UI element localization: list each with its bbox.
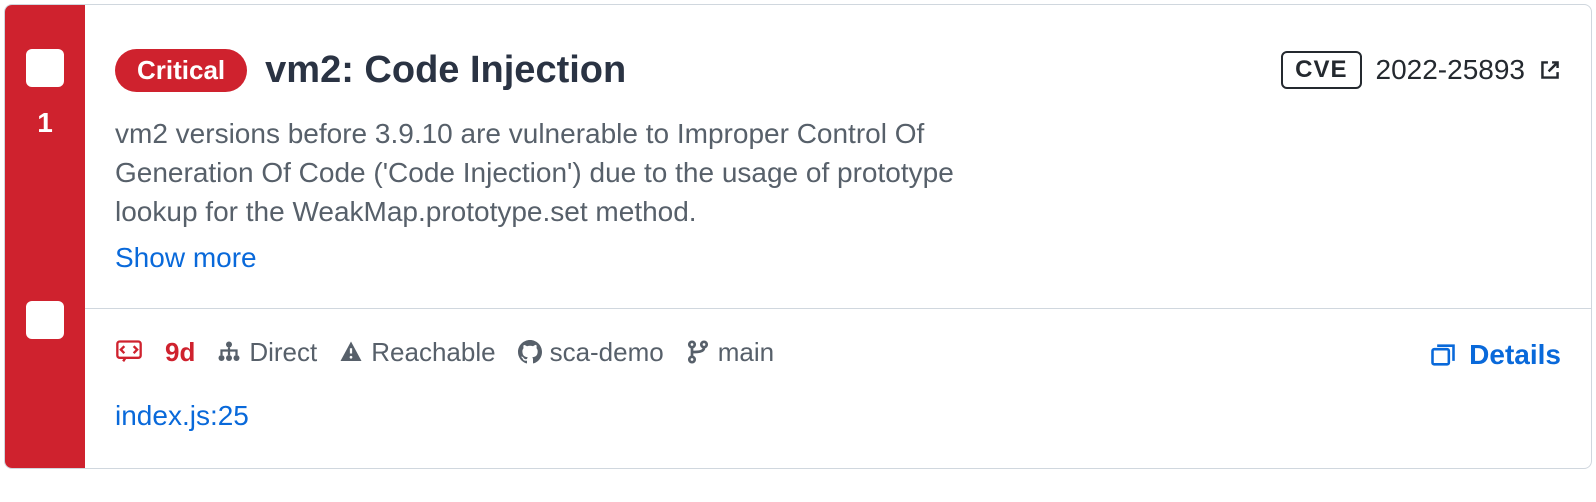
cve-number: 2022-25893 <box>1376 54 1525 86</box>
cve-label: CVE <box>1281 51 1361 89</box>
warning-icon <box>339 340 363 364</box>
details-link[interactable]: Details <box>1429 339 1561 371</box>
panel-icon <box>1429 341 1457 369</box>
count-label: 1 <box>37 107 53 139</box>
repo-label: sca-demo <box>550 337 664 368</box>
top-section: Critical vm2: Code Injection CVE 2022-25… <box>85 5 1591 309</box>
vulnerability-description: vm2 versions before 3.9.10 are vulnerabl… <box>115 114 975 232</box>
reachable-status: Reachable <box>339 337 495 368</box>
select-checkbox-bottom[interactable] <box>26 301 64 339</box>
external-link-icon <box>1539 59 1561 81</box>
bottom-section: 9d Direct <box>85 309 1591 468</box>
age-label: 9d <box>165 337 195 368</box>
reachable-label: Reachable <box>371 337 495 368</box>
github-icon <box>518 340 542 364</box>
hierarchy-icon <box>217 340 241 364</box>
vulnerability-card: 1 Critical vm2: Code Injection CVE 2022-… <box>4 4 1592 469</box>
dependency-type-label: Direct <box>249 337 317 368</box>
details-label: Details <box>1469 339 1561 371</box>
content-area: Critical vm2: Code Injection CVE 2022-25… <box>85 5 1591 468</box>
select-checkbox-top[interactable] <box>26 49 64 87</box>
dependency-type: Direct <box>217 337 317 368</box>
severity-sidebar: 1 <box>5 5 85 468</box>
code-comment-icon <box>115 338 143 366</box>
repo-name: sca-demo <box>518 337 664 368</box>
vulnerability-title: vm2: Code Injection <box>265 49 626 92</box>
severity-badge: Critical <box>115 49 247 92</box>
show-more-link[interactable]: Show more <box>115 242 257 273</box>
branch-icon <box>686 340 710 364</box>
branch-label: main <box>718 337 774 368</box>
file-location-link[interactable]: index.js:25 <box>115 400 249 431</box>
meta-row: 9d Direct <box>115 337 1561 368</box>
cve-link[interactable]: CVE 2022-25893 <box>1281 51 1561 89</box>
branch-name: main <box>686 337 774 368</box>
